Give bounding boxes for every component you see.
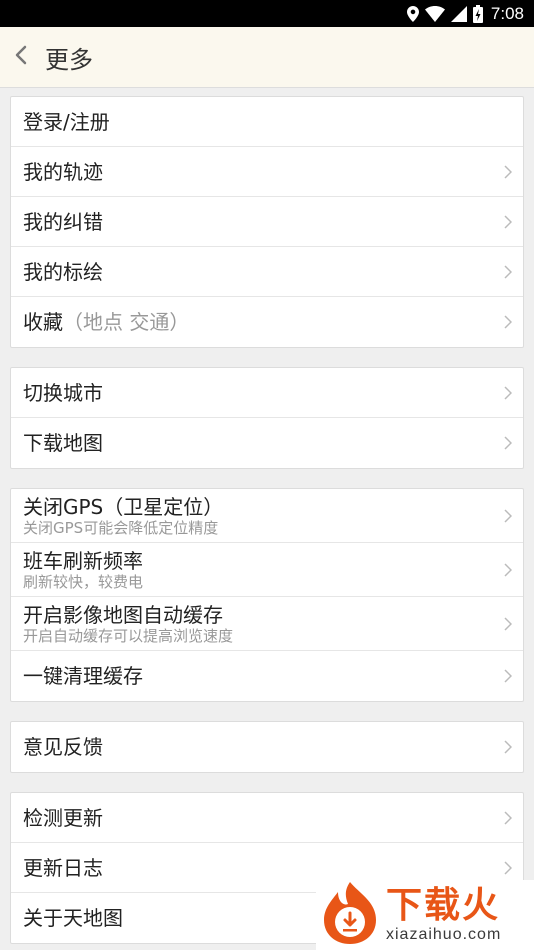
status-bar: 7:08 (0, 0, 534, 27)
my-tracks-item[interactable]: 我的轨迹 (11, 147, 523, 197)
chevron-right-icon (501, 315, 515, 329)
item-title: 检测更新 (23, 805, 103, 830)
item-subtitle: 刷新较快，较费电 (23, 572, 144, 591)
settings-list: 登录/注册 我的轨迹 我的纠错 我的标绘 收藏（地点 交通） 切换城市 下载地图… (0, 88, 534, 944)
bus-refresh-rate-item[interactable]: 班车刷新频率 刷新较快，较费电 (11, 543, 523, 597)
chevron-right-icon (501, 164, 515, 179)
signal-icon (450, 5, 467, 22)
item-title: 我的标绘 (23, 259, 103, 284)
item-title: 我的纠错 (23, 209, 103, 234)
feedback-item[interactable]: 意见反馈 (11, 722, 523, 772)
my-corrections-item[interactable]: 我的纠错 (11, 197, 523, 247)
chevron-right-icon (501, 810, 515, 825)
settings-group: 关闭GPS（卫星定位） 关闭GPS可能会降低定位精度 班车刷新频率 刷新较快，较… (10, 488, 524, 702)
switch-city-item[interactable]: 切换城市 (11, 368, 523, 418)
watermark-brand: 下载火 (386, 885, 501, 926)
item-subtitle: 开启自动缓存可以提高浏览速度 (23, 626, 234, 645)
item-title: 关闭GPS（卫星定位） (23, 494, 224, 519)
close-gps-item[interactable]: 关闭GPS（卫星定位） 关闭GPS可能会降低定位精度 (11, 489, 523, 543)
back-button[interactable] (0, 27, 42, 88)
watermark-url: xiazaihuo.com (386, 926, 502, 943)
login-register-item[interactable]: 登录/注册 (11, 97, 523, 147)
chevron-right-icon (501, 264, 515, 279)
item-title: 开启影像地图自动缓存 (23, 602, 223, 627)
wifi-icon (424, 5, 445, 22)
chevron-right-icon (501, 508, 515, 523)
item-title-suffix: （地点 交通） (63, 310, 190, 334)
check-update-item[interactable]: 检测更新 (11, 793, 523, 843)
item-title: 一键清理缓存 (23, 664, 143, 688)
item-title: 登录/注册 (23, 109, 110, 134)
chevron-right-icon (501, 860, 515, 875)
page-title: 更多 (45, 45, 93, 74)
favorites-item[interactable]: 收藏（地点 交通） (11, 297, 523, 347)
chevron-right-icon (501, 436, 515, 450)
app-bar: 更多 (0, 27, 534, 88)
item-title: 意见反馈 (23, 735, 103, 759)
chevron-right-icon (501, 214, 515, 229)
item-title: 更新日志 (23, 855, 103, 880)
chevron-right-icon (501, 669, 515, 683)
chevron-right-icon (501, 385, 515, 400)
item-title: 收藏 (23, 310, 63, 334)
status-time: 7:08 (490, 3, 524, 23)
account-group: 登录/注册 我的轨迹 我的纠错 我的标绘 收藏（地点 交通） (10, 96, 524, 348)
watermark: 下载火 xiazaihuo.com (316, 880, 534, 950)
item-title: 班车刷新频率 (23, 548, 143, 573)
imagery-auto-cache-item[interactable]: 开启影像地图自动缓存 开启自动缓存可以提高浏览速度 (11, 597, 523, 651)
download-map-item[interactable]: 下载地图 (11, 418, 523, 468)
city-map-group: 切换城市 下载地图 (10, 367, 524, 469)
chevron-left-icon (15, 45, 27, 69)
item-title: 下载地图 (23, 431, 103, 455)
item-title: 我的轨迹 (23, 159, 103, 184)
chevron-right-icon (501, 740, 515, 754)
my-plots-item[interactable]: 我的标绘 (11, 247, 523, 297)
chevron-right-icon (501, 616, 515, 631)
location-icon (406, 5, 419, 22)
flame-download-icon (320, 880, 380, 950)
feedback-group: 意见反馈 (10, 721, 524, 773)
item-subtitle: 关闭GPS可能会降低定位精度 (23, 518, 219, 537)
clear-cache-item[interactable]: 一键清理缓存 (11, 651, 523, 701)
chevron-right-icon (501, 562, 515, 577)
item-title: 切换城市 (23, 380, 103, 405)
battery-charging-icon (472, 4, 483, 23)
